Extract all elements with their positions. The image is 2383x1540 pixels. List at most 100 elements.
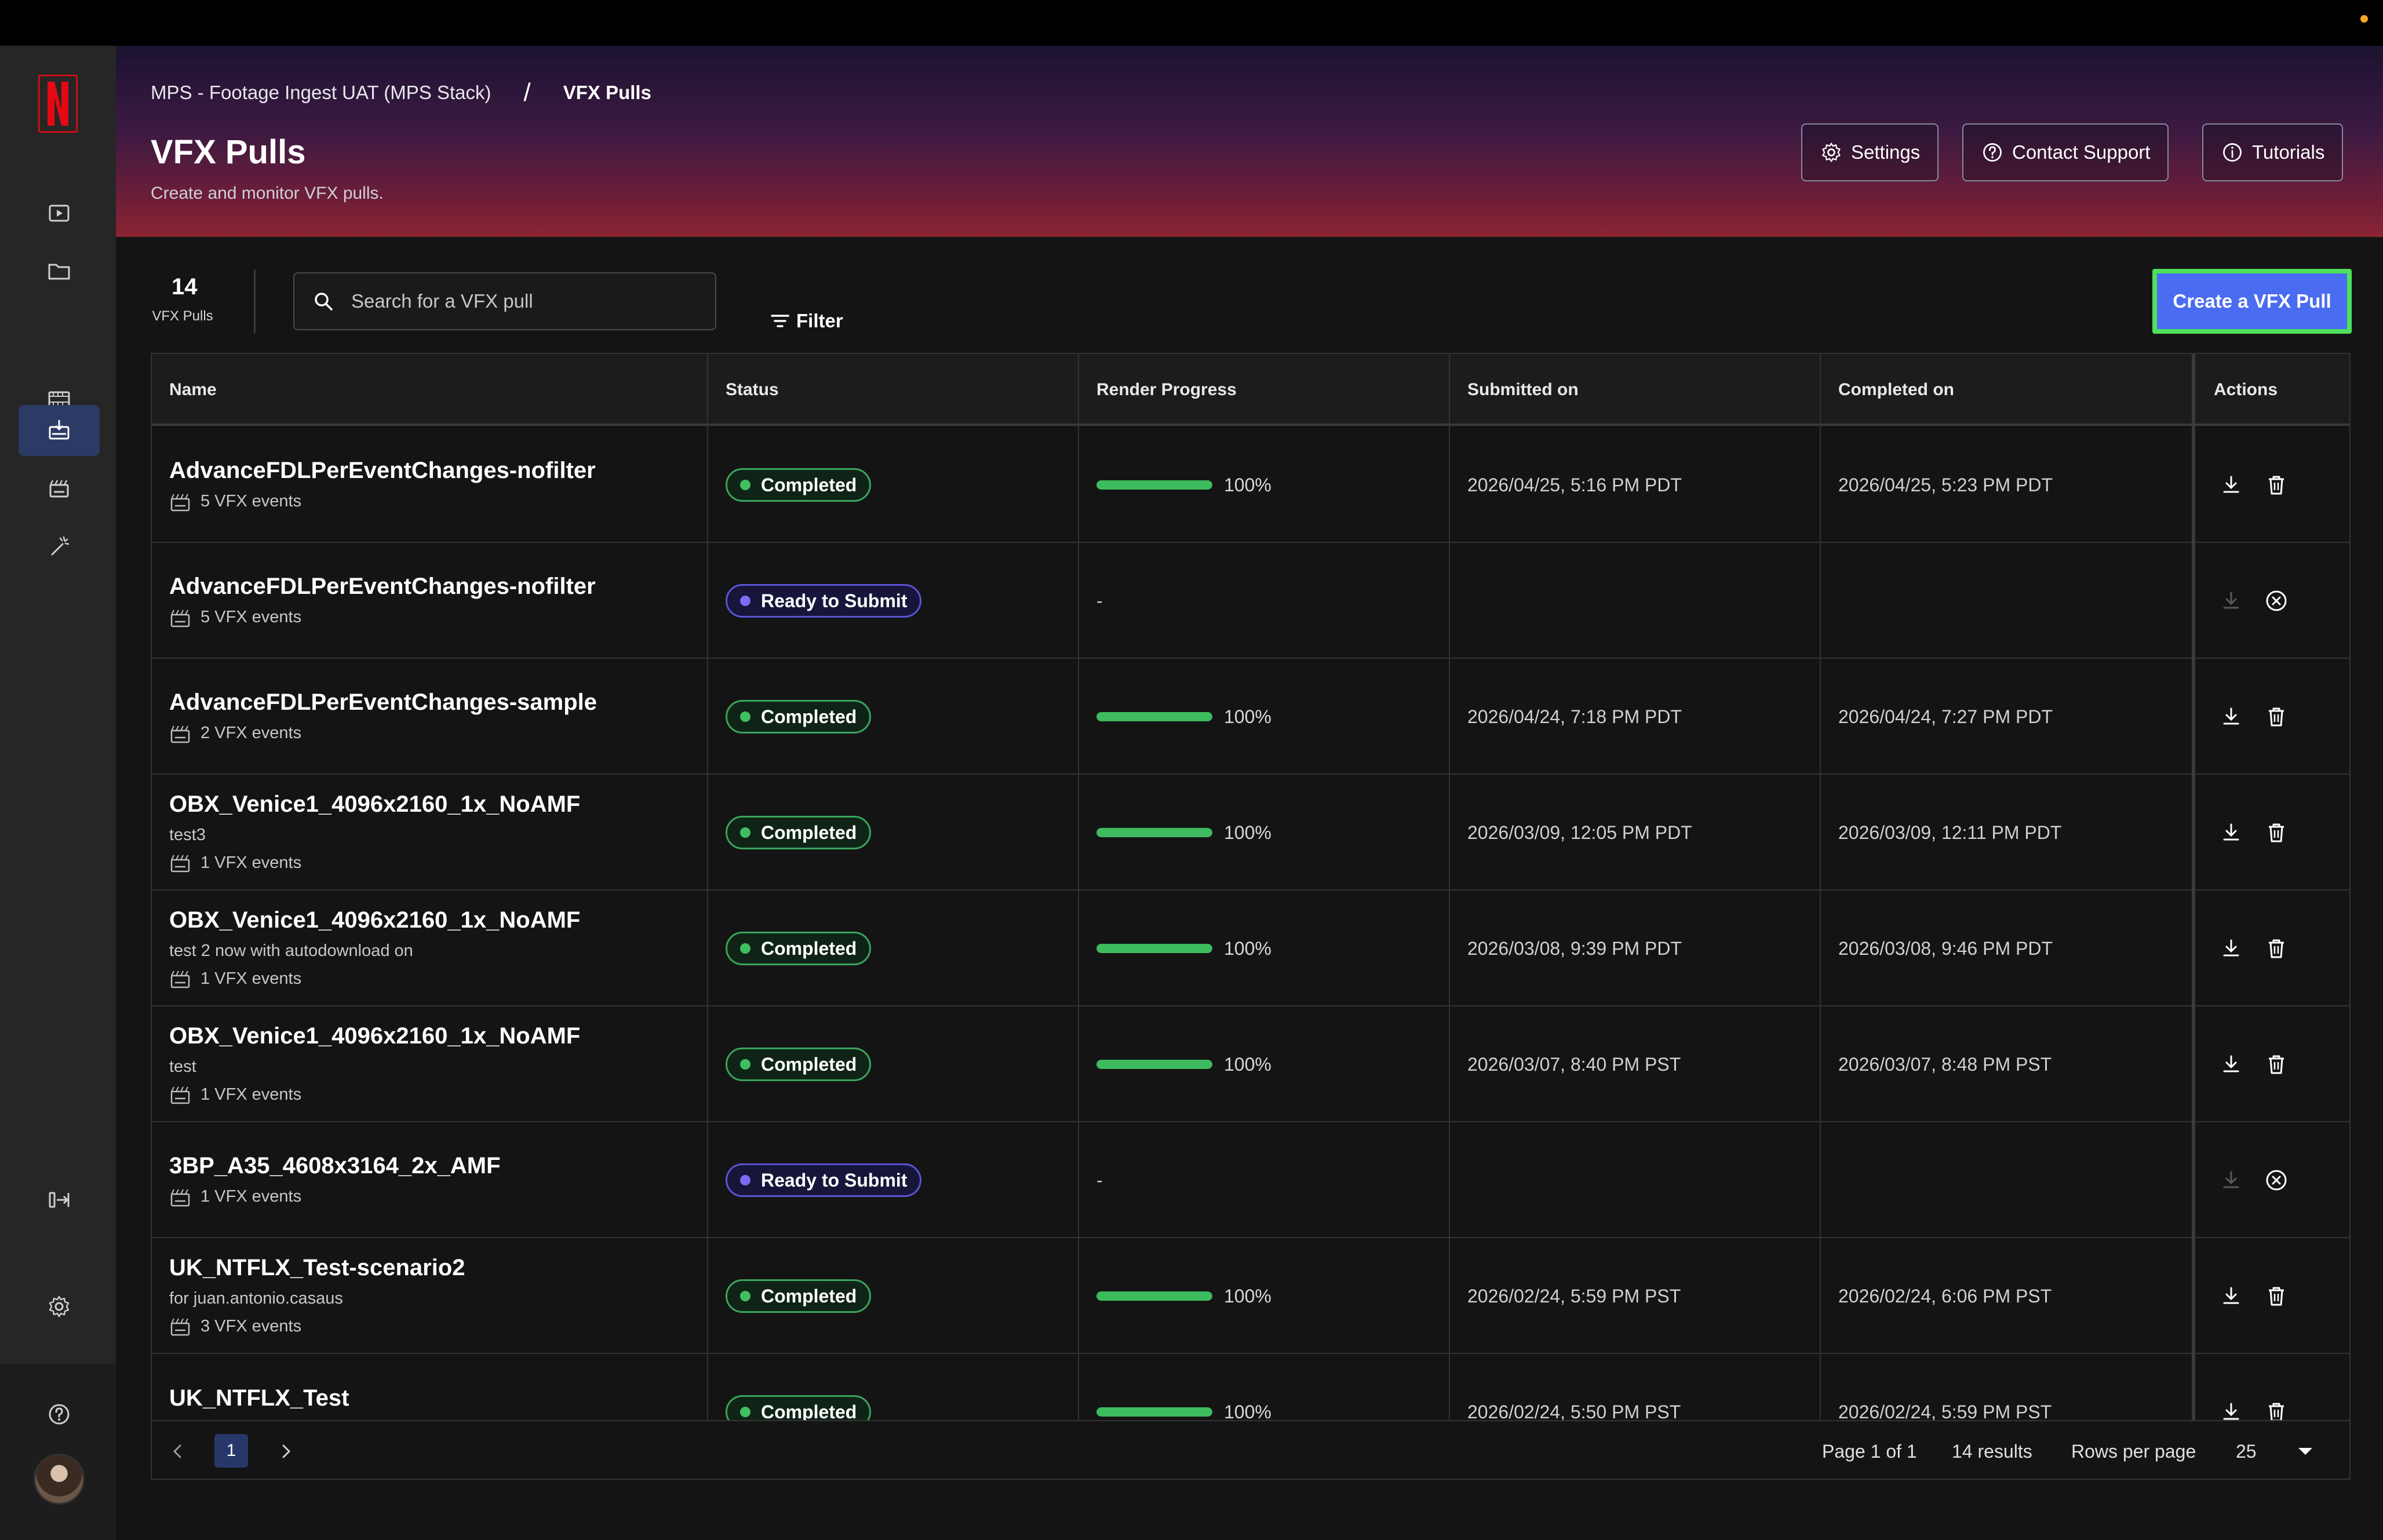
pull-name[interactable]: 3BP_A35_4608x3164_2x_AMF <box>169 1153 501 1179</box>
table-row[interactable]: OBX_Venice1_4096x2160_1x_NoAMF test3 1 VFX… <box>152 775 2349 891</box>
submitted-date: 2026/02/24, 5:50 PM PST <box>1467 1401 1681 1422</box>
sidebar-collapse-button[interactable] <box>19 1174 100 1225</box>
sidebar <box>0 46 116 1540</box>
netflix-logo[interactable] <box>38 74 78 133</box>
actions-cell <box>2195 1006 2349 1122</box>
actions-cell <box>2195 891 2349 1006</box>
status-dot <box>740 943 750 954</box>
table-row[interactable]: 3BP_A35_4608x3164_2x_AMF 1 VFX events Read… <box>152 1122 2349 1238</box>
download-icon[interactable] <box>2218 588 2244 614</box>
download-icon[interactable] <box>2218 1052 2244 1077</box>
table-row[interactable]: OBX_Venice1_4096x2160_1x_NoAMF test 2 now… <box>152 891 2349 1006</box>
contact-support-button[interactable]: Contact Support <box>1962 123 2169 181</box>
sidebar-item-folders[interactable] <box>19 246 100 297</box>
table-row[interactable]: AdvanceFDLPerEventChanges-nofilter 5 VFX … <box>152 543 2349 659</box>
row-actions <box>2218 588 2309 614</box>
submitted-cell: 2026/02/24, 5:59 PM PST <box>1450 1238 1820 1354</box>
submitted-date: 2026/02/24, 5:59 PM PST <box>1467 1285 1681 1307</box>
table-row[interactable]: AdvanceFDLPerEventChanges-sample 2 VFX ev… <box>152 659 2349 775</box>
cancel-icon[interactable] <box>2264 588 2289 614</box>
status-label: Completed <box>761 474 857 495</box>
trash-icon[interactable] <box>2264 820 2289 845</box>
render-progress-cell: 100% <box>1079 1238 1449 1354</box>
column-divider <box>1820 354 1821 1420</box>
pull-name[interactable]: AdvanceFDLPerEventChanges-sample <box>169 689 597 716</box>
submitted-cell <box>1450 543 1820 659</box>
search-box[interactable] <box>293 272 716 330</box>
page-header: MPS - Footage Ingest UAT (MPS Stack) / V… <box>116 46 2383 237</box>
settings-button[interactable]: Settings <box>1801 123 1939 181</box>
sidebar-settings-button[interactable] <box>19 1281 100 1332</box>
sidebar-item-player[interactable] <box>19 188 100 239</box>
column-header-render-progress[interactable]: Render Progress <box>1079 354 1450 426</box>
vfx-events: 3 VFX events <box>169 1315 301 1337</box>
render-progress-cell: 100% <box>1079 1006 1449 1122</box>
pull-name[interactable]: UK_NTFLX_Test <box>169 1385 349 1411</box>
chevron-left-icon[interactable] <box>165 1439 190 1464</box>
rows-per-page-label: Rows per page <box>2071 1441 2196 1462</box>
status-label: Completed <box>761 937 857 959</box>
trash-icon[interactable] <box>2264 472 2289 498</box>
pull-name[interactable]: OBX_Venice1_4096x2160_1x_NoAMF <box>169 791 580 818</box>
vfx-events: 2 VFX events <box>169 722 301 745</box>
column-header-submitted[interactable]: Submitted on <box>1450 354 1821 426</box>
progress-bar <box>1096 944 1212 953</box>
sidebar-item-clips[interactable] <box>19 463 100 514</box>
column-header-completed[interactable]: Completed on <box>1821 354 2192 426</box>
row-actions <box>2218 1283 2309 1309</box>
folder-icon <box>48 264 70 280</box>
progress-bar-fill <box>1096 828 1212 837</box>
progress-bar-fill <box>1096 1060 1212 1069</box>
cancel-icon[interactable] <box>2264 1167 2289 1193</box>
download-icon[interactable] <box>2218 704 2244 729</box>
search-input[interactable] <box>351 290 699 312</box>
progress-percent: 100% <box>1224 474 1271 495</box>
table-row[interactable]: OBX_Venice1_4096x2160_1x_NoAMF test 1 VFX … <box>152 1006 2349 1122</box>
vfx-events-icon <box>170 494 190 511</box>
download-icon[interactable] <box>2218 936 2244 961</box>
progress-bar <box>1096 1060 1212 1069</box>
column-header-status[interactable]: Status <box>708 354 1079 426</box>
download-icon[interactable] <box>2218 472 2244 498</box>
pull-name[interactable]: OBX_Venice1_4096x2160_1x_NoAMF <box>169 1023 580 1049</box>
avatar[interactable] <box>34 1454 85 1505</box>
status-cell: Ready to Submit <box>708 1122 1078 1238</box>
filter-button[interactable]: Filter <box>768 309 843 333</box>
completed-date: 2026/02/24, 6:06 PM PST <box>1838 1285 2052 1307</box>
sidebar-help-button[interactable] <box>19 1389 100 1440</box>
download-icon[interactable] <box>2218 1283 2244 1309</box>
vfx-events: 1 VFX events <box>169 1186 301 1208</box>
download-icon[interactable] <box>2218 1167 2244 1193</box>
breadcrumb-project-link[interactable]: MPS - Footage Ingest UAT (MPS Stack) <box>151 82 491 104</box>
chevron-down-icon[interactable] <box>2298 1448 2312 1455</box>
chevron-right-icon[interactable] <box>274 1439 299 1464</box>
tutorials-button[interactable]: Tutorials <box>2202 123 2344 181</box>
name-cell: AdvanceFDLPerEventChanges-nofilter 5 VFX … <box>152 543 707 659</box>
pull-name[interactable]: OBX_Venice1_4096x2160_1x_NoAMF <box>169 907 580 933</box>
play-icon <box>49 205 70 222</box>
pull-name[interactable]: AdvanceFDLPerEventChanges-nofilter <box>169 458 596 484</box>
trash-icon[interactable] <box>2264 1052 2289 1077</box>
completed-cell: 2026/04/25, 5:23 PM PDT <box>1821 427 2191 543</box>
column-header-name[interactable]: Name <box>152 354 708 426</box>
row-actions <box>2218 936 2309 961</box>
pagination-bar: 1 Page 1 of 1 14 results Rows per page 2… <box>152 1420 2349 1479</box>
rows-per-page-select[interactable]: 25 <box>2236 1421 2257 1479</box>
actions-cell <box>2195 427 2349 543</box>
trash-icon[interactable] <box>2264 1283 2289 1309</box>
sidebar-item-vfx-pulls[interactable] <box>19 405 100 456</box>
trash-icon[interactable] <box>2264 936 2289 961</box>
name-cell: OBX_Venice1_4096x2160_1x_NoAMF test3 1 VFX… <box>152 775 707 891</box>
sidebar-item-tools[interactable] <box>19 521 100 572</box>
download-icon[interactable] <box>2218 820 2244 845</box>
completed-cell: 2026/03/07, 8:48 PM PST <box>1821 1006 2191 1122</box>
pull-name[interactable]: UK_NTFLX_Test-scenario2 <box>169 1255 465 1281</box>
table-row[interactable]: AdvanceFDLPerEventChanges-nofilter 5 VFX … <box>152 427 2349 543</box>
vfx-events-count: 5 VFX events <box>201 608 302 626</box>
pull-name[interactable]: AdvanceFDLPerEventChanges-nofilter <box>169 574 596 600</box>
table-row[interactable]: UK_NTFLX_Test-scenario2 for juan.antonio.… <box>152 1238 2349 1354</box>
create-vfx-pull-button[interactable]: Create a VFX Pull <box>2152 269 2352 334</box>
trash-icon[interactable] <box>2264 704 2289 729</box>
status-label: Completed <box>761 822 857 843</box>
page-number-button[interactable]: 1 <box>214 1434 248 1468</box>
